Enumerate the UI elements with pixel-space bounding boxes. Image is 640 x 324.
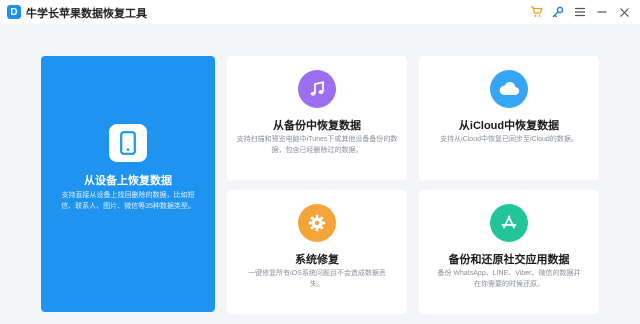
recover-from-icloud-card[interactable]: 从iCloud中恢复数据 支持从iCloud中恢复已同步至iCloud的数据。 — [419, 56, 599, 180]
card-description: 一键修复所有iOS系统问题且不会造成数据丢 失。 — [233, 268, 401, 290]
card-desc-line: 信、联系人、图片、微信等35种数据类型。 — [61, 203, 195, 210]
card-desc-line: 失。 — [310, 281, 324, 288]
menu-icon[interactable] — [570, 3, 590, 21]
title-bar: D 牛学长苹果数据恢复工具 — [0, 0, 640, 24]
card-desc-line: 支持从iCloud中恢复已同步至iCloud的数据。 — [440, 136, 578, 143]
card-description: 支持扫描和预览电脑中iTunes下或其他设备备份的数 据，包含已经删除过的数据。 — [233, 134, 401, 156]
card-desc-line: 据，包含已经删除过的数据。 — [271, 147, 363, 154]
recover-from-device-card[interactable]: 从设备上恢复数据 支持直接从设备上找回删除的数据，比如短 信、联系人、图片、微信… — [41, 56, 215, 312]
app-logo: D — [7, 5, 21, 19]
card-title: 从iCloud中恢复数据 — [458, 120, 560, 132]
app-store-icon — [490, 204, 528, 242]
music-note-icon — [298, 70, 336, 108]
main-content: 从设备上恢复数据 支持直接从设备上找回删除的数据，比如短 信、联系人、图片、微信… — [0, 24, 640, 324]
close-icon[interactable] — [614, 3, 634, 21]
system-repair-card[interactable]: 系统修复 一键修复所有iOS系统问题且不会造成数据丢 失。 — [227, 190, 407, 314]
cloud-icon — [490, 70, 528, 108]
card-desc-line: 在你需要的时候还原。 — [474, 281, 544, 288]
key-icon[interactable] — [548, 3, 568, 21]
gear-icon — [298, 204, 336, 242]
recover-from-backup-card[interactable]: 从备份中恢复数据 支持扫描和预览电脑中iTunes下或其他设备备份的数 据，包含… — [227, 56, 407, 180]
card-title: 备份和还原社交应用数据 — [448, 254, 570, 266]
card-title: 从设备上恢复数据 — [84, 175, 172, 187]
card-description: 备份 WhatsApp、LINE、Viber、微信的数据并 在你需要的时候还原。 — [425, 268, 593, 290]
social-app-backup-card[interactable]: 备份和还原社交应用数据 备份 WhatsApp、LINE、Viber、微信的数据… — [419, 190, 599, 314]
app-title: 牛学长苹果数据恢复工具 — [26, 8, 147, 20]
card-title: 从备份中恢复数据 — [273, 120, 361, 132]
card-title: 系统修复 — [295, 254, 339, 266]
phone-icon — [109, 124, 147, 162]
minimize-icon[interactable] — [592, 3, 612, 21]
card-desc-line: 支持扫描和预览电脑中iTunes下或其他设备备份的数 — [236, 136, 398, 143]
card-desc-line: 支持直接从设备上找回删除的数据，比如短 — [61, 192, 195, 199]
window-controls — [524, 3, 634, 21]
card-description: 支持从iCloud中恢复已同步至iCloud的数据。 — [425, 134, 593, 145]
cart-icon[interactable] — [526, 3, 546, 21]
card-desc-line: 一键修复所有iOS系统问题且不会造成数据丢 — [248, 270, 386, 277]
card-description: 支持直接从设备上找回删除的数据，比如短 信、联系人、图片、微信等35种数据类型。 — [51, 190, 205, 212]
card-desc-line: 备份 WhatsApp、LINE、Viber、微信的数据并 — [437, 270, 581, 277]
